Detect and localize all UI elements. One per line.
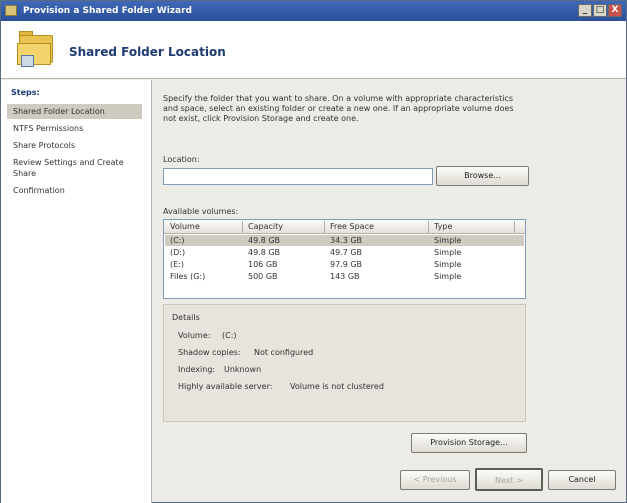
app-icon <box>5 5 17 16</box>
main-content: Specify the folder that you want to shar… <box>153 80 626 503</box>
volumes-table[interactable]: Volume Capacity Free Space Type (C:) 49.… <box>163 219 526 299</box>
details-panel: Details Volume: (C:) Shadow copies: Not … <box>163 304 526 422</box>
steps-title: Steps: <box>11 88 40 97</box>
detail-highly-available: Highly available server: Volume is not c… <box>178 382 384 391</box>
cell-volume: Files (G:) <box>170 272 206 281</box>
step-ntfs-permissions[interactable]: NTFS Permissions <box>7 121 142 136</box>
cell-capacity: 49.8 GB <box>248 236 281 245</box>
detail-value: Unknown <box>224 365 262 374</box>
cancel-button[interactable]: Cancel <box>548 470 616 490</box>
cell-free-space: 49.7 GB <box>330 248 363 257</box>
browse-button[interactable]: Browse... <box>436 166 529 186</box>
cell-free-space: 97.9 GB <box>330 260 363 269</box>
shared-folder-icon <box>15 31 55 67</box>
cell-capacity: 500 GB <box>248 272 278 281</box>
cell-free-space: 34.3 GB <box>330 236 363 245</box>
page-title: Shared Folder Location <box>69 45 226 59</box>
detail-label: Volume: <box>178 331 211 340</box>
cell-capacity: 49.8 GB <box>248 248 281 257</box>
column-header-type[interactable]: Type <box>434 222 452 231</box>
step-review-settings[interactable]: Review Settings and Create Share <box>7 155 142 181</box>
title-bar[interactable]: Provision a Shared Folder Wizard _ □ X <box>1 1 626 21</box>
minimize-button[interactable]: _ <box>578 4 592 17</box>
column-header-free-space[interactable]: Free Space <box>330 222 374 231</box>
maximize-button[interactable]: □ <box>593 4 607 17</box>
volumes-label: Available volumes: <box>163 207 239 216</box>
provision-storage-button[interactable]: Provision Storage... <box>411 433 527 453</box>
intro-text: Specify the folder that you want to shar… <box>163 94 514 123</box>
cell-capacity: 106 GB <box>248 260 278 269</box>
table-row[interactable]: (C:) 49.8 GB 34.3 GB Simple <box>165 235 524 246</box>
detail-label: Indexing: <box>178 365 216 374</box>
column-header-volume[interactable]: Volume <box>170 222 200 231</box>
step-confirmation[interactable]: Confirmation <box>7 183 142 198</box>
detail-label: Highly available server: <box>178 382 273 391</box>
detail-label: Shadow copies: <box>178 348 241 357</box>
cell-type: Simple <box>434 260 462 269</box>
table-header: Volume Capacity Free Space Type <box>164 220 525 234</box>
cell-type: Simple <box>434 236 462 245</box>
wizard-header: Shared Folder Location <box>1 21 626 79</box>
previous-button[interactable]: < Previous <box>400 470 470 490</box>
close-button[interactable]: X <box>608 4 622 17</box>
detail-shadow-copies: Shadow copies: Not configured <box>178 348 313 357</box>
detail-value: (C:) <box>222 331 237 340</box>
cell-free-space: 143 GB <box>330 272 360 281</box>
detail-value: Volume is not clustered <box>290 382 384 391</box>
details-title: Details <box>172 313 200 322</box>
detail-indexing: Indexing: Unknown <box>178 365 261 374</box>
table-row[interactable]: Files (G:) 500 GB 143 GB Simple <box>165 271 524 282</box>
table-row[interactable]: (E:) 106 GB 97.9 GB Simple <box>165 259 524 270</box>
window-controls: _ □ X <box>578 4 622 17</box>
window-title: Provision a Shared Folder Wizard <box>23 6 192 16</box>
table-row[interactable]: (D:) 49.8 GB 49.7 GB Simple <box>165 247 524 258</box>
wizard-window: Provision a Shared Folder Wizard _ □ X S… <box>0 0 627 503</box>
detail-volume: Volume: (C:) <box>178 331 237 340</box>
location-label: Location: <box>163 155 200 164</box>
cell-volume: (C:) <box>170 236 185 245</box>
step-shared-folder-location[interactable]: Shared Folder Location <box>7 104 142 119</box>
detail-value: Not configured <box>254 348 314 357</box>
cell-volume: (E:) <box>170 260 184 269</box>
step-share-protocols[interactable]: Share Protocols <box>7 138 142 153</box>
cell-volume: (D:) <box>170 248 186 257</box>
steps-pane: Steps: Shared Folder Location NTFS Permi… <box>1 80 152 503</box>
next-button[interactable]: Next > <box>475 468 543 491</box>
column-header-capacity[interactable]: Capacity <box>248 222 283 231</box>
cell-type: Simple <box>434 272 462 281</box>
location-input[interactable] <box>163 168 433 185</box>
cell-type: Simple <box>434 248 462 257</box>
